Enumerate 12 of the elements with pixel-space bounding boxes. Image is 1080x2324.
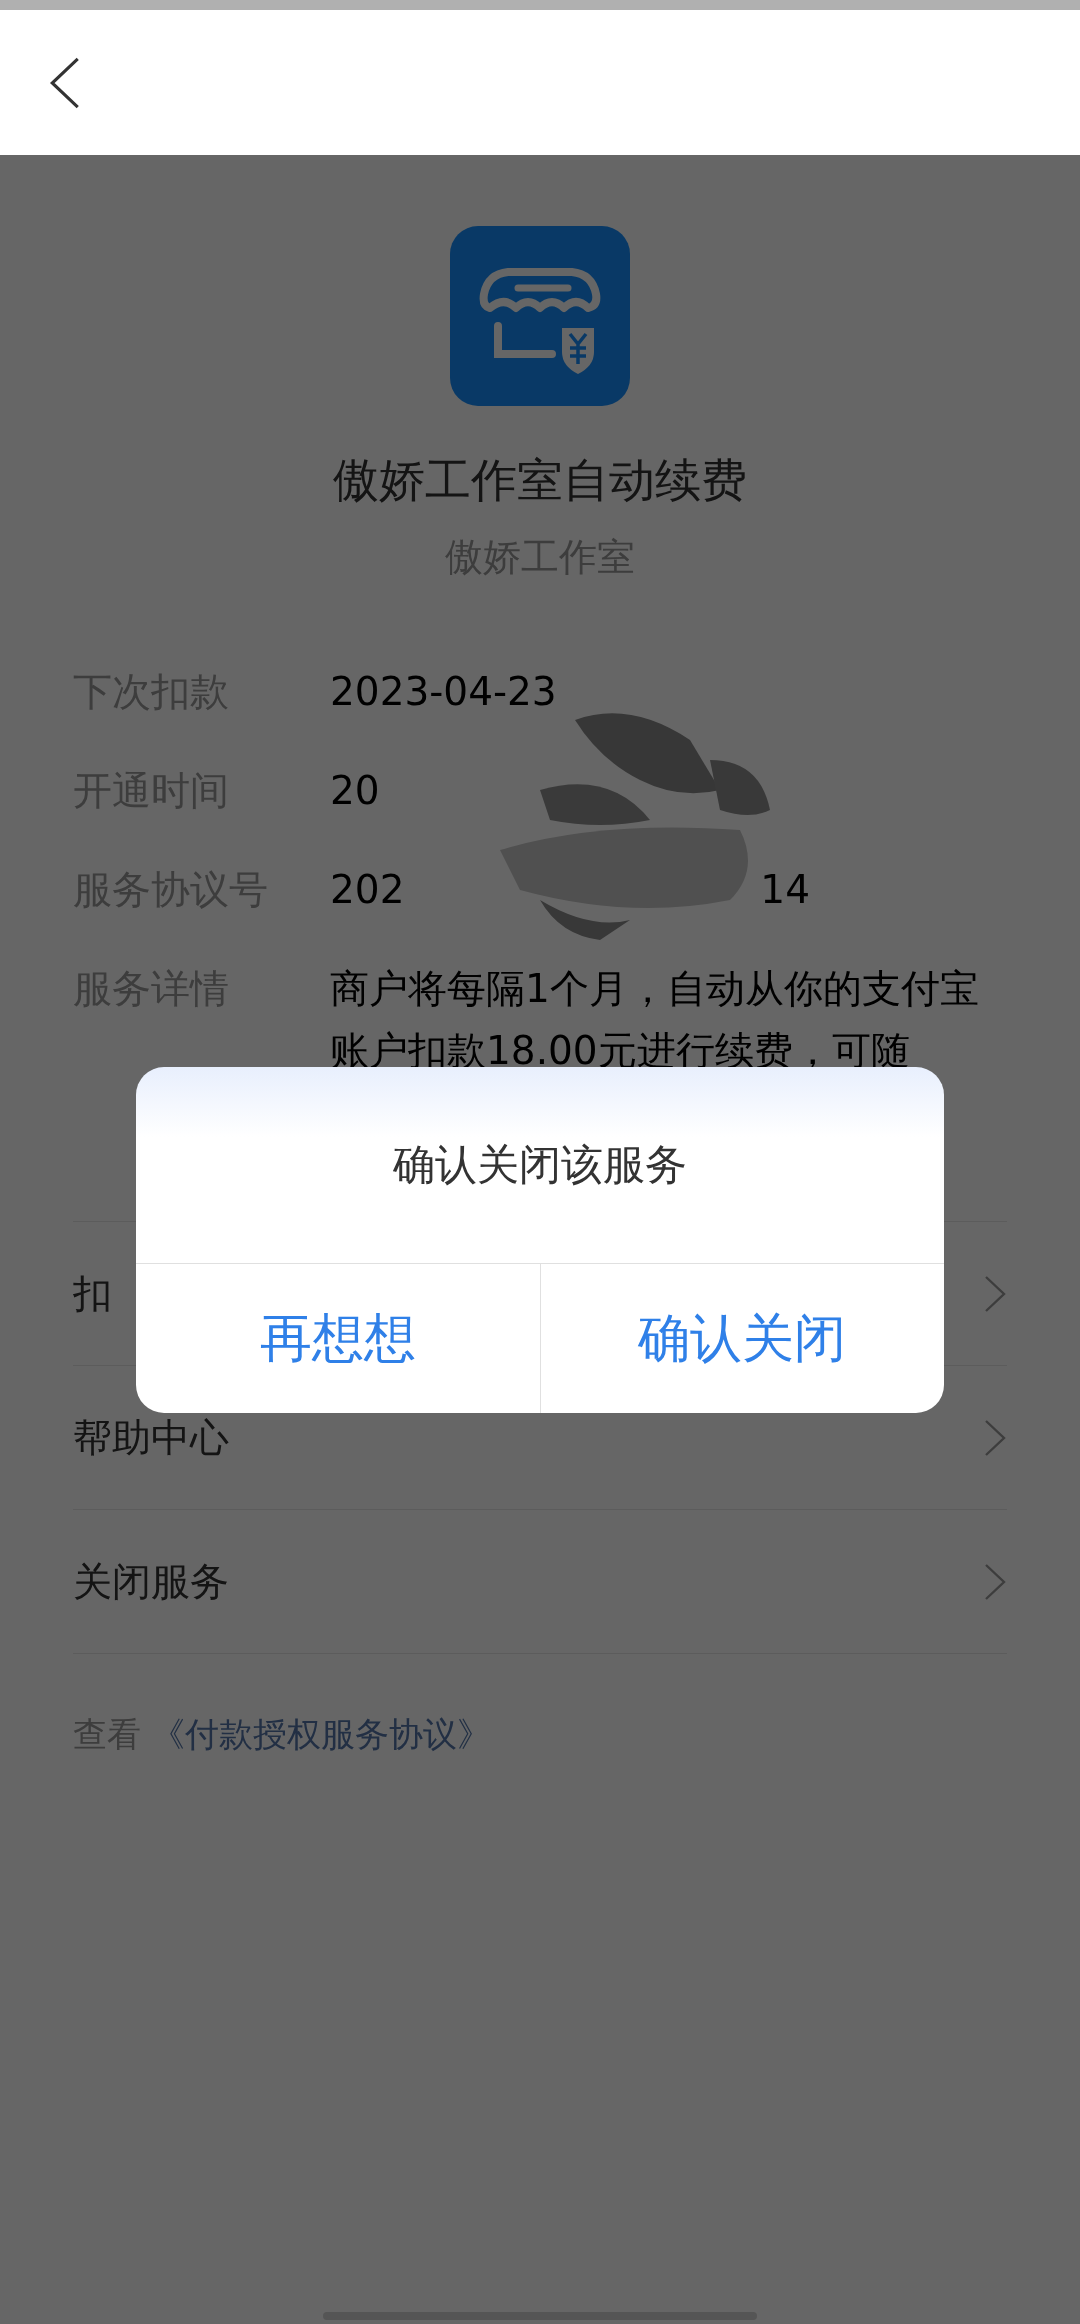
info-value: 2023-04-23 [330,668,557,716]
dialog-button[interactable]: 确认关闭 [539,1264,944,1413]
dialog-message: 确认关闭该服务 [393,1139,687,1191]
menu-label: 帮助中心 [73,1413,229,1462]
menu-label: 关闭服务 [73,1557,229,1606]
menu-label: 扣 [73,1269,112,1318]
info-value: 14 [760,866,810,914]
info-value: 20 [330,767,380,815]
agreement-link[interactable]: 《付款授权服务协议》 [151,1706,491,1762]
menu-item[interactable]: 关闭服务 [73,1510,1007,1654]
info-value: 202 [330,866,405,914]
service-title: 傲娇工作室自动续费 [333,452,747,509]
